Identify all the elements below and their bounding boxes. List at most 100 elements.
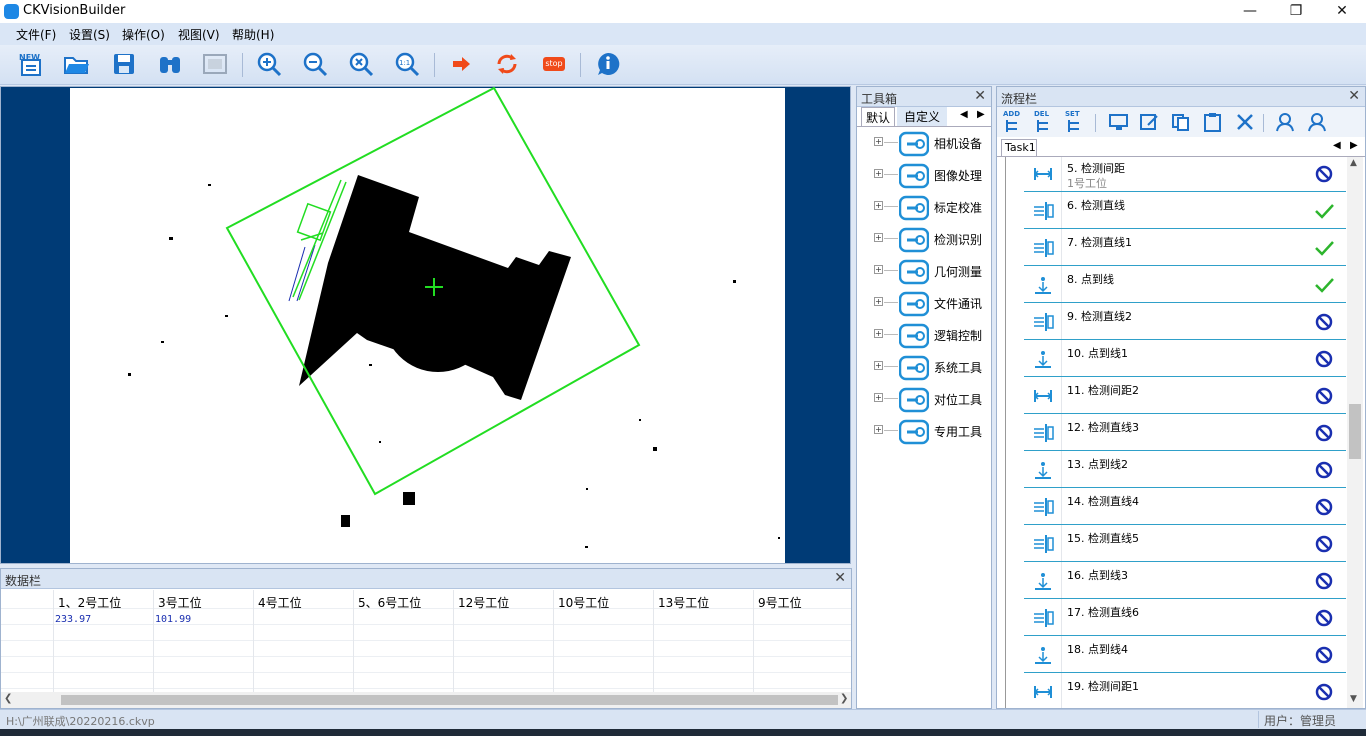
disabled-icon[interactable] [1314,535,1334,553]
tab-prev-icon[interactable]: ◀ [960,109,968,120]
flow-step-row[interactable]: 14. 检测直线4 [1024,488,1346,525]
restore-button[interactable]: ❐ [1273,0,1319,23]
add-step-button[interactable]: ADD [1001,110,1027,134]
data-grid[interactable]: 1、2号工位 233.97 3号工位 101.99 4号工位 5、6号工位 12号工位 10号… [1,590,854,692]
delete-x-icon[interactable] [1235,113,1255,131]
tab-next-icon[interactable]: ▶ [977,109,985,120]
flow-step-row[interactable]: 5. 检测间距 1号工位 [1024,157,1346,192]
disabled-icon[interactable] [1314,461,1334,479]
flow-step-row[interactable]: 19. 检测间距1 [1024,673,1346,708]
disabled-icon[interactable] [1314,350,1334,368]
grid-column-header[interactable]: 4号工位 [258,594,302,611]
help-button[interactable] [593,49,623,79]
disabled-icon[interactable] [1314,165,1334,183]
flow-step-row[interactable]: 10. 点到线1 [1024,340,1346,377]
disabled-icon[interactable] [1314,387,1334,405]
zoom-in-button[interactable] [254,49,284,79]
expand-icon[interactable]: + [874,169,883,178]
new-button[interactable]: NEW [16,49,46,79]
menu-help[interactable]: 帮助(H) [232,26,274,43]
tab-default[interactable]: 默认 [861,107,895,126]
disabled-icon[interactable] [1314,572,1334,590]
close-button[interactable]: ✕ [1319,0,1365,23]
expand-icon[interactable]: + [874,201,883,210]
run-loop-button[interactable] [492,49,522,79]
flow-step-row[interactable]: 18. 点到线4 [1024,636,1346,673]
flow-vscrollbar[interactable]: ▲ ▼ [1347,157,1363,708]
user-login-icon[interactable] [1275,112,1295,132]
expand-icon[interactable]: + [874,137,883,146]
flow-step-row[interactable]: 7. 检测直线1 [1024,229,1346,266]
menu-settings[interactable]: 设置(S) [69,26,110,43]
toolbox-item[interactable]: + 对位工具 [857,384,991,416]
expand-icon[interactable]: + [874,393,883,402]
tab-custom[interactable]: 自定义 [897,107,947,126]
scroll-right-icon[interactable]: ❯ [840,693,848,704]
flow-step-row[interactable]: 12. 检测直线3 [1024,414,1346,451]
menu-operate[interactable]: 操作(O) [122,26,165,43]
scroll-thumb[interactable] [61,695,838,705]
grid-column-header[interactable]: 12号工位 [458,594,509,611]
grid-column-header[interactable]: 13号工位 [658,594,709,611]
paste-icon[interactable] [1203,112,1223,132]
scroll-left-icon[interactable]: ❮ [4,693,12,704]
scroll-down-icon[interactable]: ▼ [1350,694,1357,704]
disabled-icon[interactable] [1314,424,1334,442]
data-grid-hscrollbar[interactable]: ❮ ❯ [1,692,851,708]
flow-step-row[interactable]: 8. 点到线 [1024,266,1346,303]
fullscreen-button[interactable] [200,49,230,79]
toolbox-item[interactable]: + 相机设备 [857,128,991,160]
zoom-fit-button[interactable] [346,49,376,79]
image-viewer[interactable] [0,86,851,564]
monitor-icon[interactable] [1109,113,1129,131]
disabled-icon[interactable] [1314,646,1334,664]
toolbox-item[interactable]: + 逻辑控制 [857,320,991,352]
menu-view[interactable]: 视图(V) [178,26,220,43]
zoom-1to1-button[interactable]: 1:1 [392,49,422,79]
toolbox-item[interactable]: + 专用工具 [857,416,991,448]
open-button[interactable] [62,49,92,79]
toolbox-item[interactable]: + 标定校准 [857,192,991,224]
flow-step-row[interactable]: 11. 检测间距2 [1024,377,1346,414]
disabled-icon[interactable] [1314,313,1334,331]
minimize-button[interactable]: — [1227,0,1273,23]
disabled-icon[interactable] [1314,498,1334,516]
grid-column-header[interactable]: 3号工位 [158,594,202,611]
flow-step-row[interactable]: 9. 检测直线2 [1024,303,1346,340]
disabled-icon[interactable] [1314,609,1334,627]
run-once-button[interactable] [446,49,476,79]
expand-icon[interactable]: + [874,425,883,434]
toolbox-item[interactable]: + 文件通讯 [857,288,991,320]
grid-column-header[interactable]: 1、2号工位 [58,594,121,611]
flow-step-row[interactable]: 16. 点到线3 [1024,562,1346,599]
delete-step-button[interactable]: DEL [1032,110,1058,134]
toolbox-close-icon[interactable]: ✕ [974,88,986,104]
grid-column-header[interactable]: 5、6号工位 [358,594,421,611]
scroll-up-icon[interactable]: ▲ [1350,158,1357,168]
grid-cell-value[interactable]: 101.99 [155,614,191,625]
toolbox-item[interactable]: + 系统工具 [857,352,991,384]
disabled-icon[interactable] [1314,683,1334,701]
edit-icon[interactable] [1140,113,1160,131]
tab-task1[interactable]: Task1 [1001,139,1037,156]
flow-step-row[interactable]: 17. 检测直线6 [1024,599,1346,636]
copy-icon[interactable] [1171,113,1191,131]
toolbox-item[interactable]: + 检测识别 [857,224,991,256]
flow-step-row[interactable]: 15. 检测直线5 [1024,525,1346,562]
expand-icon[interactable]: + [874,361,883,370]
save-button[interactable] [109,49,139,79]
image-canvas[interactable] [1,87,850,563]
zoom-out-button[interactable] [300,49,330,79]
flow-scroll-thumb[interactable] [1349,404,1361,459]
expand-icon[interactable]: + [874,297,883,306]
grid-column-header[interactable]: 10号工位 [558,594,609,611]
menu-file[interactable]: 文件(F) [16,26,56,43]
expand-icon[interactable]: + [874,329,883,338]
grid-cell-value[interactable]: 233.97 [55,614,91,625]
camera-button[interactable] [155,49,185,79]
user-logout-icon[interactable] [1307,112,1327,132]
grid-column-header[interactable]: 9号工位 [758,594,802,611]
set-step-button[interactable]: SET [1063,110,1089,134]
task-prev-icon[interactable]: ◀ [1333,140,1341,151]
toolbox-item[interactable]: + 图像处理 [857,160,991,192]
